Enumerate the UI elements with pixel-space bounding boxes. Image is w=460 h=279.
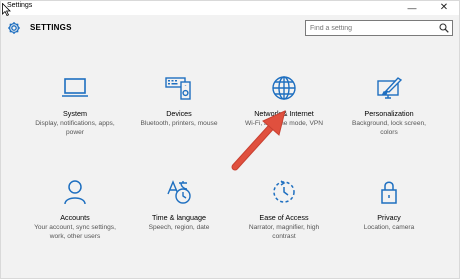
tile-description: Narrator, magnifier, high contrast bbox=[248, 224, 320, 240]
tile-privacy[interactable]: Privacy Location, camera bbox=[339, 179, 439, 233]
tile-ease-of-access[interactable]: Ease of Access Narrator, magnifier, high… bbox=[234, 179, 334, 241]
search-input[interactable] bbox=[310, 22, 434, 34]
search-box[interactable] bbox=[305, 20, 453, 36]
tile-accounts[interactable]: Accounts Your account, sync settings, wo… bbox=[25, 179, 125, 241]
tile-description: Display, notifications, apps, power bbox=[35, 120, 115, 136]
tile-description: Speech, region, date bbox=[148, 224, 210, 231]
tile-description: Your account, sync settings, work, other… bbox=[34, 224, 116, 240]
tile-description: Background, lock screen, colors bbox=[351, 120, 427, 136]
title-bar: Settings — ✕ bbox=[1, 1, 459, 15]
globe-icon bbox=[272, 76, 296, 100]
tile-personalization[interactable]: Personalization Background, lock screen,… bbox=[339, 75, 439, 137]
paint-brush-icon bbox=[377, 77, 403, 99]
search-icon[interactable] bbox=[439, 23, 449, 33]
minimize-button[interactable]: — bbox=[403, 1, 421, 15]
tile-label: Ease of Access bbox=[259, 213, 309, 222]
tile-time-language[interactable]: Time & language Speech, region, date bbox=[129, 179, 229, 233]
annotation-arrow-icon bbox=[231, 110, 286, 171]
tile-system[interactable]: System Display, notifications, apps, pow… bbox=[25, 75, 125, 137]
laptop-icon bbox=[62, 78, 88, 97]
gear-icon bbox=[8, 22, 20, 34]
time-language-icon bbox=[167, 180, 191, 204]
page-title: SETTINGS bbox=[30, 23, 72, 32]
tile-label: Devices bbox=[166, 109, 192, 118]
keyboard-speaker-icon bbox=[165, 77, 191, 100]
tile-label: System bbox=[63, 109, 87, 118]
tile-description: Location, camera bbox=[363, 224, 415, 231]
lock-icon bbox=[381, 181, 397, 204]
tile-devices[interactable]: Devices Bluetooth, printers, mouse bbox=[129, 75, 229, 129]
person-icon bbox=[64, 180, 86, 205]
tile-label: Privacy bbox=[377, 213, 401, 222]
tile-description: Bluetooth, printers, mouse bbox=[140, 120, 218, 127]
tile-label: Time & language bbox=[151, 213, 207, 222]
settings-header: SETTINGS bbox=[1, 15, 459, 43]
ease-of-access-icon bbox=[273, 180, 295, 203]
tile-label: Accounts bbox=[60, 213, 90, 222]
tile-label: Personalization bbox=[364, 109, 414, 118]
close-button[interactable]: ✕ bbox=[435, 1, 453, 15]
settings-window: Settings — ✕ SETTINGS Find a setting Sys… bbox=[0, 0, 460, 279]
